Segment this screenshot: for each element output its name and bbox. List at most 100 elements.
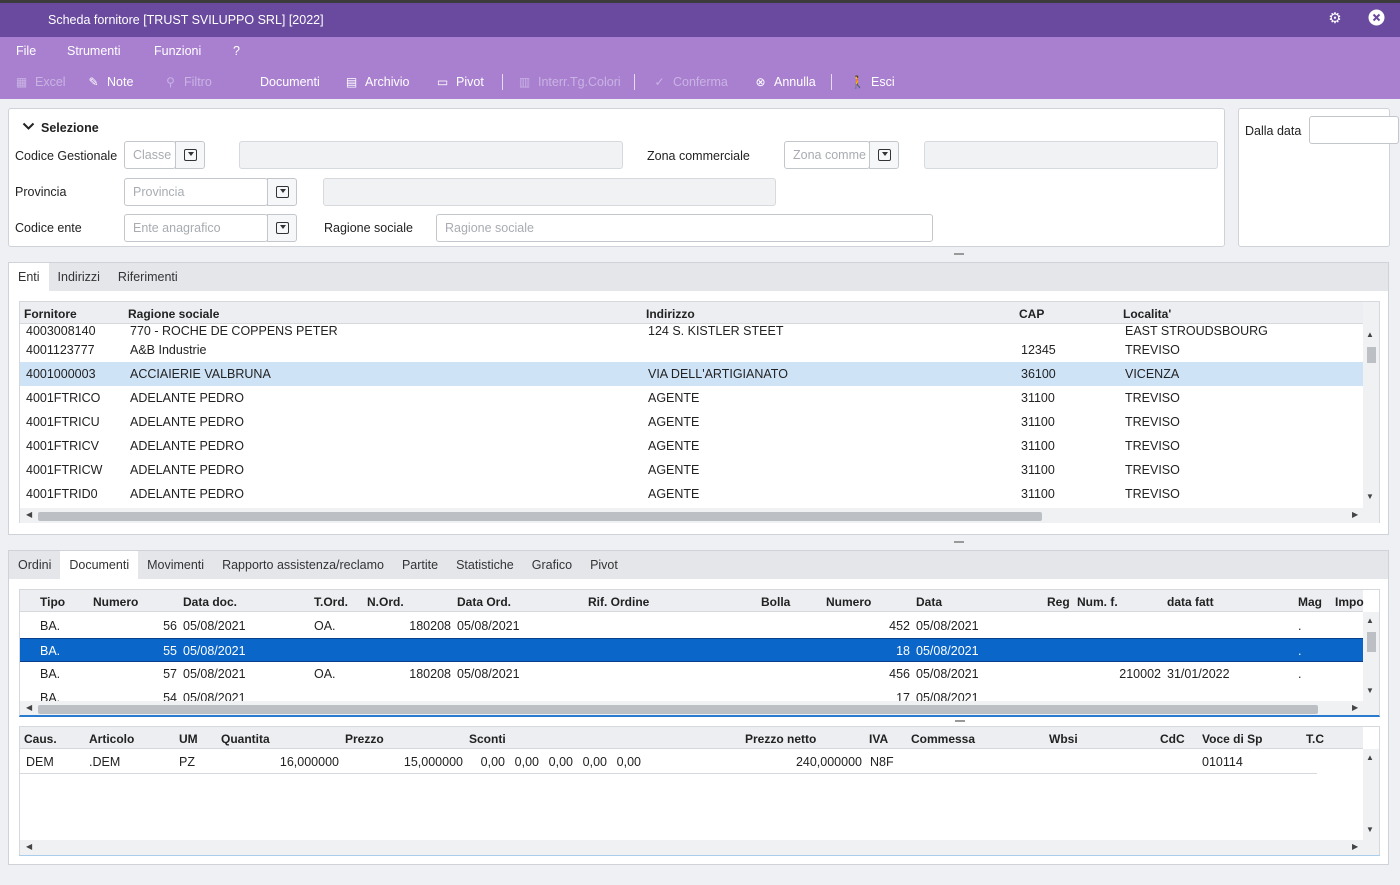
zona-commerciale-input[interactable]: Zona comme <box>784 141 870 169</box>
scroll-thumb[interactable] <box>1367 347 1376 363</box>
menu-help[interactable]: ? <box>233 44 240 58</box>
detail-horizontal-scrollbar[interactable]: ◀ ▶ <box>20 840 1379 855</box>
classe-input[interactable]: Classe <box>124 141 176 169</box>
splitter-handle[interactable] <box>955 720 965 722</box>
tab-statistiche[interactable]: Statistiche <box>447 551 523 579</box>
col-localita[interactable]: Localita' <box>1123 307 1171 321</box>
col-cap[interactable]: CAP <box>1019 307 1044 321</box>
enti-vertical-scrollbar[interactable]: ▲ ▼ <box>1363 302 1379 508</box>
col-data-doc[interactable]: Data doc. <box>183 595 237 609</box>
detail-vertical-scrollbar[interactable]: ▲ ▼ <box>1363 749 1379 840</box>
esci-button[interactable]: 🚶 Esci <box>850 75 895 89</box>
scroll-down-icon[interactable]: ▼ <box>1366 686 1374 695</box>
col-n-ord[interactable]: N.Ord. <box>367 595 404 609</box>
scroll-left-icon[interactable]: ◀ <box>26 842 32 851</box>
archivio-button[interactable]: ▤ Archivio <box>344 75 410 89</box>
zona-dropdown-button[interactable] <box>869 141 899 169</box>
table-row[interactable]: 4001FTRICV ADELANTE PEDRO AGENTE 31100 TREVI… <box>20 434 1363 458</box>
table-row[interactable]: 4001FTRICW ADELANTE PEDRO AGENTE 31100 TREVI… <box>20 458 1363 482</box>
col-iva[interactable]: IVA <box>869 732 888 746</box>
table-row[interactable]: DEM .DEM PZ 16,000000 15,000000 0,00 0,0… <box>20 750 1317 774</box>
table-row[interactable]: 4001FTRICO ADELANTE PEDRO AGENTE 31100 TREVI… <box>20 386 1363 410</box>
col-num-f[interactable]: Num. f. <box>1077 595 1118 609</box>
splitter-handle[interactable] <box>954 541 964 543</box>
tab-movimenti[interactable]: Movimenti <box>138 551 213 579</box>
table-row[interactable]: 4001FTRID0 ADELANTE PEDRO AGENTE 31100 TREVI… <box>20 482 1363 506</box>
table-row[interactable]: 4001000003 ACCIAIERIE VALBRUNA VIA DELL'AR… <box>20 362 1363 386</box>
tab-riferimenti[interactable]: Riferimenti <box>109 263 187 291</box>
menu-funzioni[interactable]: Funzioni <box>154 44 201 58</box>
col-quantita[interactable]: Quantita <box>221 732 270 746</box>
table-row[interactable]: 4001FTRICU ADELANTE PEDRO AGENTE 31100 TREVI… <box>20 410 1363 434</box>
col-caus[interactable]: Caus. <box>24 732 57 746</box>
col-numero-bolla[interactable]: Numero <box>826 595 871 609</box>
col-tc[interactable]: T.C <box>1306 732 1324 746</box>
scroll-thumb[interactable] <box>38 705 1318 714</box>
col-data-ord[interactable]: Data Ord. <box>457 595 511 609</box>
col-articolo[interactable]: Articolo <box>89 732 134 746</box>
excel-button[interactable]: ▦ Excel <box>14 75 66 89</box>
scroll-left-icon[interactable]: ◀ <box>26 510 32 519</box>
provincia-dropdown-button[interactable] <box>267 178 297 206</box>
table-row[interactable]: BA. 56 05/08/2021 OA. 180208 05/08/2021 452 05/… <box>20 614 1363 638</box>
scroll-right-icon[interactable]: ▶ <box>1352 703 1358 712</box>
col-sconti[interactable]: Sconti <box>469 732 506 746</box>
tab-ordini[interactable]: Ordini <box>9 551 60 579</box>
scroll-down-icon[interactable]: ▼ <box>1366 492 1374 501</box>
table-row[interactable]: 4003008140 770 - ROCHE DE COPPENS PETER 12… <box>20 324 1363 338</box>
ragione-sociale-input[interactable]: Ragione sociale <box>436 214 933 242</box>
col-t-ord[interactable]: T.Ord. <box>314 595 348 609</box>
settings-gear-icon[interactable]: ⚙ <box>1326 10 1344 28</box>
scroll-up-icon[interactable]: ▲ <box>1366 330 1374 339</box>
col-reg[interactable]: Reg <box>1047 595 1070 609</box>
classe-dropdown-button[interactable] <box>175 141 205 169</box>
menu-file[interactable]: File <box>16 44 36 58</box>
col-prezzo-netto[interactable]: Prezzo netto <box>745 732 816 746</box>
tab-grafico[interactable]: Grafico <box>523 551 581 579</box>
col-mag[interactable]: Mag <box>1298 595 1322 609</box>
tab-documenti[interactable]: Documenti <box>60 551 139 579</box>
dalla-data-input[interactable] <box>1309 116 1399 144</box>
menu-strumenti[interactable]: Strumenti <box>67 44 121 58</box>
table-row[interactable]: BA. 57 05/08/2021 OA. 180208 05/08/2021 456 05/… <box>20 662 1363 686</box>
scroll-thumb[interactable] <box>1367 632 1376 652</box>
col-indirizzo[interactable]: Indirizzo <box>646 307 695 321</box>
documenti-button[interactable]: Documenti <box>260 75 320 89</box>
col-numero[interactable]: Numero <box>93 595 138 609</box>
tab-pivot[interactable]: Pivot <box>581 551 627 579</box>
col-rif-ordine[interactable]: Rif. Ordine <box>588 595 649 609</box>
filtro-button[interactable]: ⚲ Filtro <box>163 75 212 89</box>
splitter-handle[interactable] <box>954 253 964 255</box>
col-um[interactable]: UM <box>179 732 198 746</box>
provincia-input[interactable]: Provincia <box>124 178 268 206</box>
col-wbsi[interactable]: Wbsi <box>1049 732 1078 746</box>
table-row[interactable]: 4001123777 A&B Industrie 12345 TREVISO <box>20 338 1363 362</box>
scroll-down-icon[interactable]: ▼ <box>1366 825 1374 834</box>
documenti-vertical-scrollbar[interactable]: ▲ ▼ <box>1363 612 1379 701</box>
scroll-up-icon[interactable]: ▲ <box>1366 753 1374 762</box>
col-data[interactable]: Data <box>916 595 942 609</box>
scroll-thumb[interactable] <box>38 512 1042 521</box>
close-window-icon[interactable] <box>1367 9 1385 27</box>
enti-horizontal-scrollbar[interactable]: ◀ ▶ <box>20 508 1379 523</box>
note-button[interactable]: ✎ Note <box>86 75 133 89</box>
scroll-right-icon[interactable]: ▶ <box>1352 510 1358 519</box>
col-cdc[interactable]: CdC <box>1160 732 1185 746</box>
scroll-left-icon[interactable]: ◀ <box>26 703 32 712</box>
table-row[interactable]: BA. 55 05/08/2021 18 05/08/2021. <box>20 638 1363 662</box>
ente-anagrafico-input[interactable]: Ente anagrafico <box>124 214 268 242</box>
documenti-horizontal-scrollbar[interactable]: ◀ ▶ <box>20 701 1379 715</box>
col-bolla[interactable]: Bolla <box>761 595 790 609</box>
tab-rapporto-assistenza[interactable]: Rapporto assistenza/reclamo <box>213 551 393 579</box>
tab-indirizzi[interactable]: Indirizzi <box>49 263 109 291</box>
pivot-button[interactable]: ▭ Pivot <box>435 75 484 89</box>
col-prezzo[interactable]: Prezzo <box>345 732 384 746</box>
interr-tg-colori-button[interactable]: ▥ Interr.Tg.Colori <box>517 75 621 89</box>
col-data-fatt[interactable]: data fatt <box>1167 595 1214 609</box>
col-fornitore[interactable]: Fornitore <box>24 307 77 321</box>
tab-partite[interactable]: Partite <box>393 551 447 579</box>
col-impo[interactable]: Impo <box>1335 595 1364 609</box>
collapse-chevron-icon[interactable] <box>22 122 35 134</box>
col-ragione-sociale[interactable]: Ragione sociale <box>128 307 219 321</box>
tab-enti[interactable]: Enti <box>9 263 49 291</box>
